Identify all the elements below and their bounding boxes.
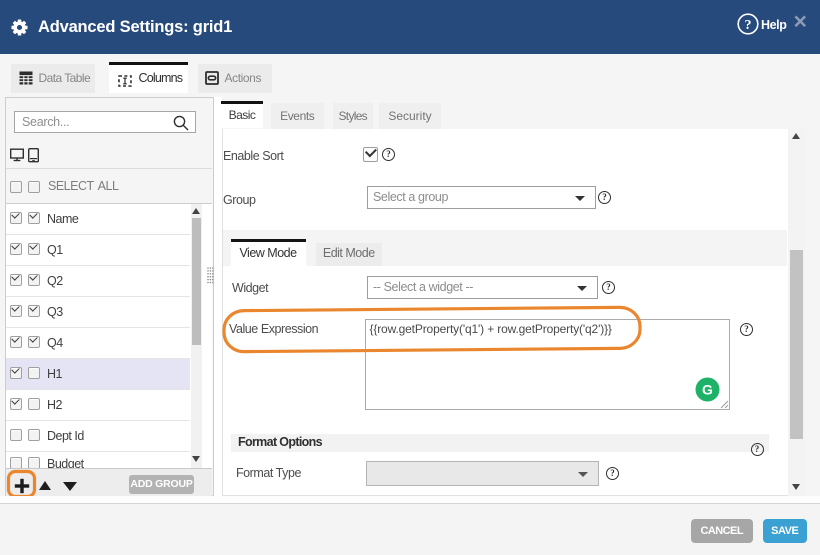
svg-text:G: G (702, 382, 713, 398)
svg-text:?: ? (744, 18, 751, 33)
